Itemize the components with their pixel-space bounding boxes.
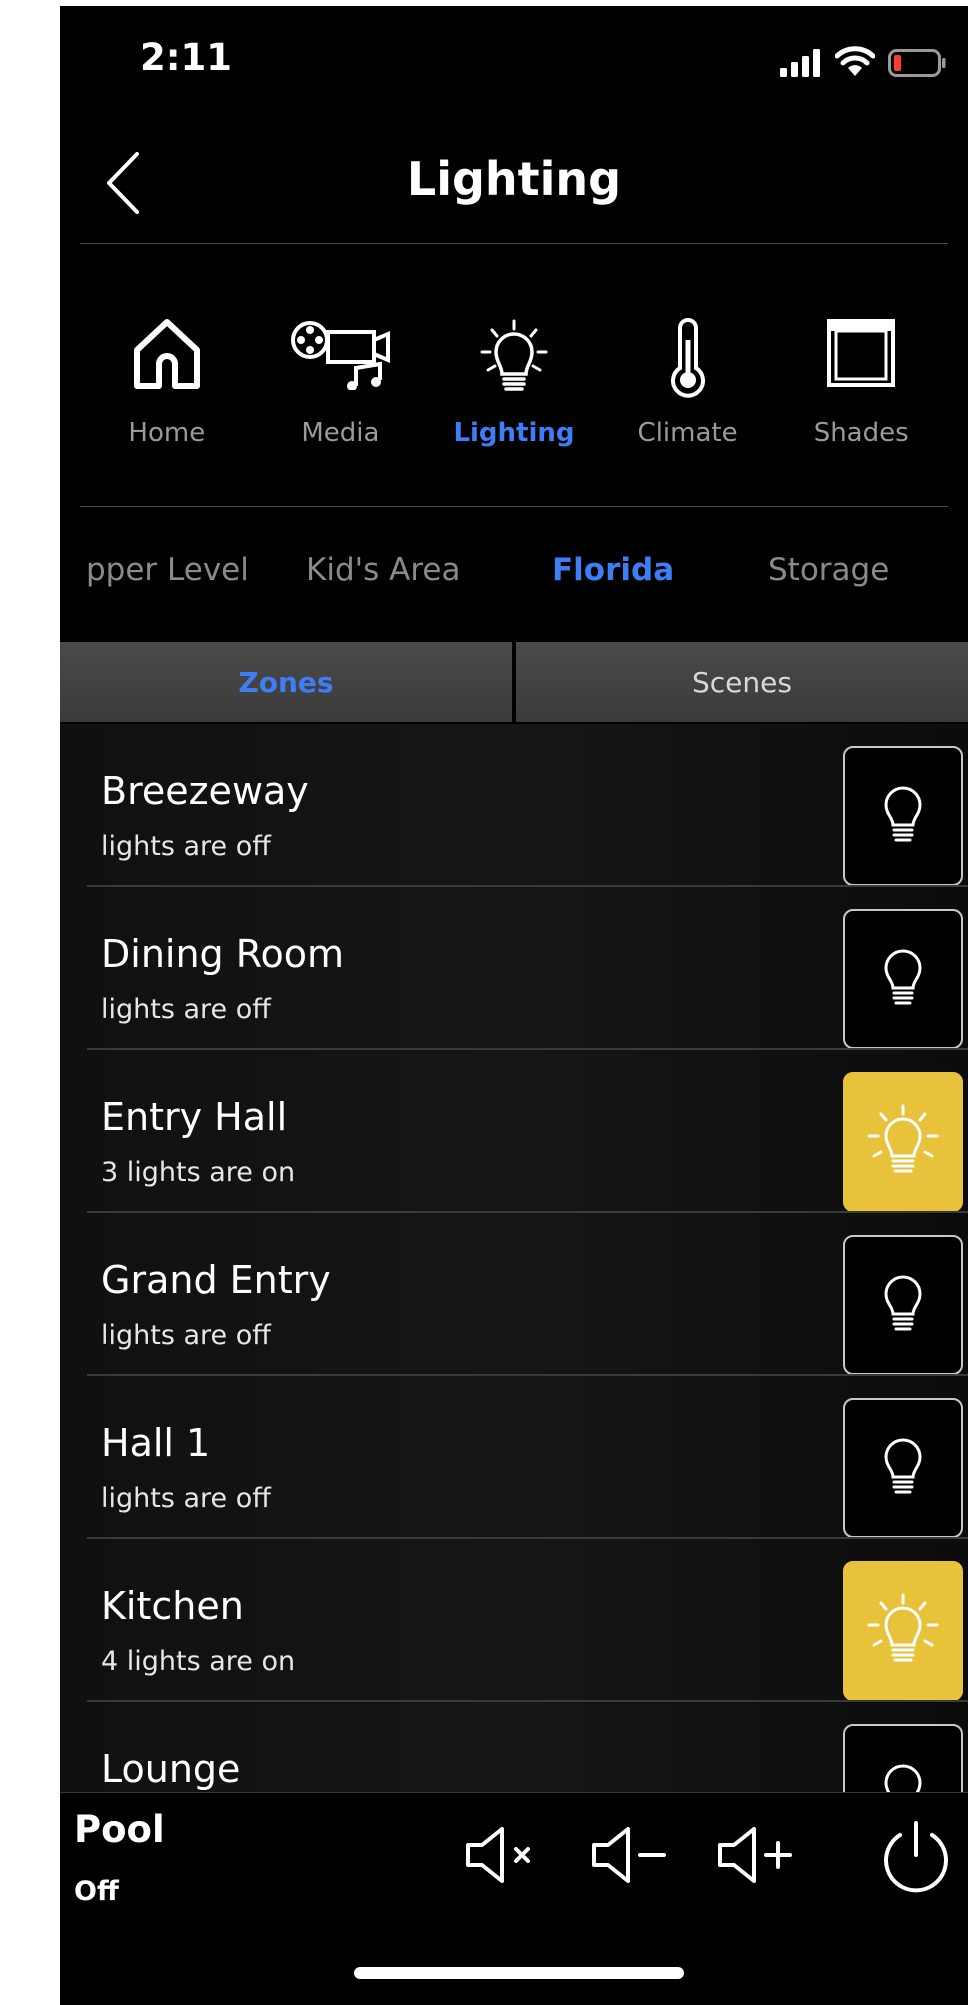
zone-name: Lounge [101,1747,241,1791]
nav-label-climate: Climate [637,418,738,448]
lightbulb-on-icon [867,1104,939,1173]
lightbulb-off-icon [884,1438,922,1494]
lightbulb-icon [480,319,548,391]
lightbulb-on-icon [867,1593,939,1662]
cellular-signal-icon [780,49,820,77]
status-time: 2:11 [140,36,233,79]
volume-down-icon[interactable] [590,1823,670,1887]
zone-row[interactable]: Entry Hall 3 lights are on [87,1050,968,1213]
now-playing-bar: Pool Off [60,1792,968,2005]
divider [80,506,948,507]
zone-list: Breezeway lights are off Dining Room lig… [60,724,968,1792]
light-toggle-button[interactable] [843,1235,963,1375]
zone-name: Kitchen [101,1584,244,1628]
shade-icon [827,319,896,387]
area-tab-upper-level[interactable]: pper Level [86,552,249,588]
volume-up-icon[interactable] [716,1823,796,1887]
zone-status: 4 lights are on [101,1646,296,1677]
nav-item-shades[interactable]: Shades [774,256,948,501]
wifi-icon [835,46,875,76]
zone-row[interactable]: Breezeway lights are off [87,724,968,887]
zone-name: Dining Room [101,932,344,976]
zone-row[interactable]: Hall 1 lights are off [87,1376,968,1539]
zone-name: Grand Entry [101,1258,331,1302]
zone-row[interactable]: Kitchen 4 lights are on [87,1539,968,1702]
home-icon [133,319,200,389]
now-playing-status: Off [74,1876,119,1907]
tab-zones[interactable]: Zones [60,642,512,722]
lightbulb-off-icon [884,1764,922,1792]
area-tab-florida[interactable]: Florida [552,552,674,588]
power-icon[interactable] [878,1819,954,1895]
nav-item-media[interactable]: Media [254,256,428,501]
zone-name: Hall 1 [101,1421,211,1465]
zone-name: Breezeway [101,769,309,813]
area-selector: pper Level Kid's Area Florida Storage [60,516,968,636]
page-title: Lighting [406,152,622,206]
nav-item-climate[interactable]: Climate [601,256,775,501]
light-toggle-button[interactable] [843,1398,963,1538]
area-tab-kids-area[interactable]: Kid's Area [306,552,461,588]
nav-label-shades: Shades [813,418,909,448]
battery-low-icon [888,49,946,77]
category-nav: Home Media Lighting Climate Shades [80,256,948,501]
zones-scenes-toggle: Zones Scenes [60,642,968,722]
mute-icon[interactable] [464,1823,544,1887]
media-icon [291,321,391,390]
nav-label-lighting: Lighting [453,418,575,448]
light-toggle-button[interactable] [843,1561,963,1701]
zone-status: lights are off [101,831,271,862]
zone-row[interactable]: Lounge [87,1702,968,1792]
light-toggle-button[interactable] [843,1072,963,1212]
zone-row[interactable]: Dining Room lights are off [87,887,968,1050]
light-toggle-button[interactable] [843,1724,963,1792]
now-playing-room[interactable]: Pool [74,1808,165,1851]
phone-screen: 2:11 Lighting Home Media Lighting Climat… [60,6,968,2005]
lightbulb-off-icon [884,949,922,1005]
home-indicator[interactable] [354,1967,684,1979]
zone-name: Entry Hall [101,1095,288,1139]
zone-status: lights are off [101,1483,271,1514]
tab-scenes[interactable]: Scenes [516,642,968,722]
lightbulb-off-icon [884,1275,922,1331]
nav-item-home[interactable]: Home [80,256,254,501]
zone-row[interactable]: Grand Entry lights are off [87,1213,968,1376]
zone-status: lights are off [101,994,271,1025]
divider [80,243,948,244]
nav-label-home: Home [128,418,206,448]
zone-status: 3 lights are on [101,1157,296,1188]
thermometer-icon [670,318,705,398]
area-tab-storage[interactable]: Storage [768,552,889,588]
lightbulb-off-icon [884,786,922,842]
light-toggle-button[interactable] [843,909,963,1049]
zone-status: lights are off [101,1320,271,1351]
nav-label-media: Media [301,418,380,448]
status-bar: 2:11 [60,6,968,116]
nav-item-lighting[interactable]: Lighting [427,256,601,501]
header: Lighting [60,116,968,251]
light-toggle-button[interactable] [843,746,963,886]
